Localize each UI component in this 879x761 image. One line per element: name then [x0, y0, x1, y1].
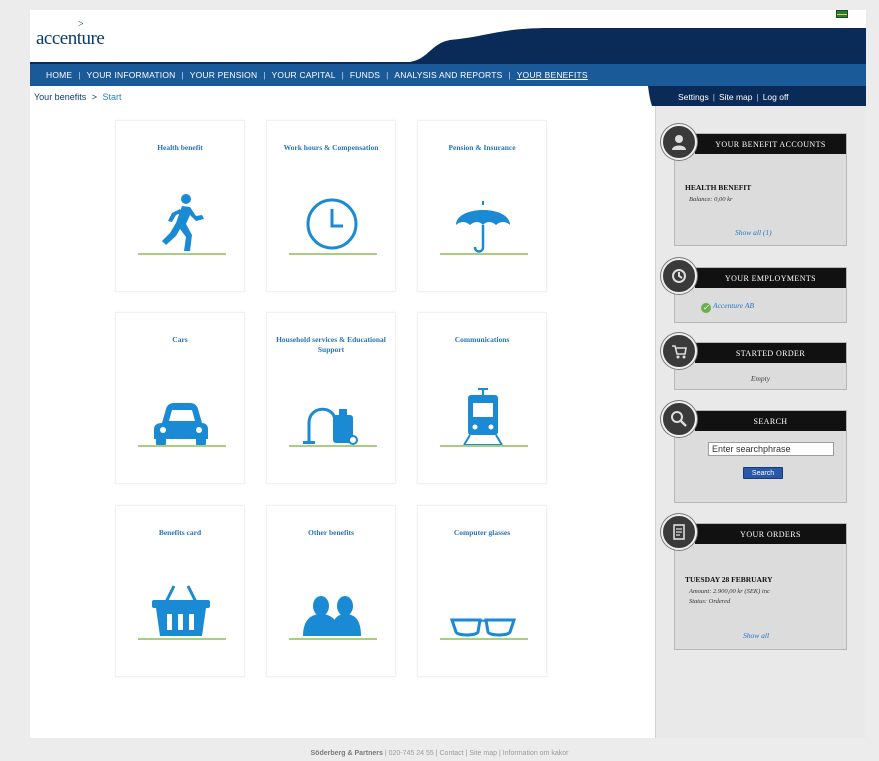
order-amount: Amount: 2.900,00 kr (SEK) inc — [689, 588, 770, 595]
benefit-tile-pension-insurance[interactable]: Pension & Insurance — [417, 120, 547, 292]
nav-your-pension[interactable]: YOUR PENSION — [190, 70, 258, 80]
nav-your-capital[interactable]: YOUR CAPITAL — [272, 70, 336, 80]
widget-orders: YOUR ORDERS TUESDAY 28 FEBRUARY Amount: … — [661, 514, 847, 650]
settings-link[interactable]: Settings — [678, 92, 709, 102]
benefit-tile-health[interactable]: Health benefit — [115, 120, 245, 292]
nav-separator: | — [263, 70, 266, 80]
nav-home[interactable]: HOME — [46, 70, 72, 80]
tile-divider — [138, 445, 226, 447]
widget-employments: YOUR EMPLOYMENTS ✓ Accenture AB — [661, 258, 847, 323]
logo-mark: > — [78, 19, 84, 30]
accenture-logo[interactable]: accenture > — [36, 19, 105, 50]
car-icon — [154, 403, 208, 445]
benefit-tile-work-hours[interactable]: Work hours & Compensation — [266, 120, 396, 292]
tile-divider — [289, 445, 377, 447]
breadcrumb-separator: > — [91, 92, 97, 102]
tile-title: Work hours & Compensation — [283, 143, 379, 152]
nav-separator: | — [78, 70, 81, 80]
started-order-status: Empty — [750, 374, 771, 383]
tile-title: Computer glasses — [453, 528, 511, 537]
footer-separator: | — [498, 750, 501, 757]
account-balance: Balance: 0,00 kr — [689, 196, 733, 203]
widget-search: SEARCH Enter searchphrase Search — [661, 401, 847, 503]
tile-divider — [289, 638, 377, 640]
nav-separator: | — [341, 70, 344, 80]
footer: Söderberg & Partners | 020-745 24 55 | C… — [0, 750, 879, 757]
nav-separator: | — [386, 70, 389, 80]
main-nav: HOME | YOUR INFORMATION | YOUR PENSION |… — [36, 66, 860, 84]
footer-separator: | — [465, 750, 468, 757]
footer-company: Söderberg & Partners — [310, 750, 383, 757]
employer-name: Accenture AB — [713, 301, 755, 310]
widget-started-order: STARTED ORDER Empty — [661, 333, 847, 390]
vacuum-cleaner-icon — [303, 407, 358, 445]
order-status: Status: Ordered — [689, 598, 731, 605]
footer-separator: | — [384, 750, 387, 757]
checkmark-icon: ✓ — [701, 303, 711, 313]
tile-divider — [440, 445, 528, 447]
breadcrumb-root[interactable]: Your benefits — [34, 92, 86, 102]
tile-title: Household services & Educational Support — [276, 335, 386, 354]
user-links-separator: | — [756, 92, 759, 102]
nav-analysis-and-reports[interactable]: ANALYSIS AND REPORTS — [394, 70, 502, 80]
user-links: Settings | Site map | Log off — [678, 92, 789, 102]
nav-your-information[interactable]: YOUR INFORMATION — [87, 70, 176, 80]
order-date: TUESDAY 28 FEBRUARY — [685, 575, 773, 584]
tile-title: Health benefit — [157, 143, 203, 152]
widget-title: STARTED ORDER — [695, 343, 846, 363]
footer-contact-link[interactable]: Contact — [440, 750, 464, 757]
runner-icon — [162, 194, 204, 251]
log-off-link[interactable]: Log off — [763, 92, 789, 102]
benefit-tile-computer-glasses[interactable]: Computer glasses — [417, 505, 547, 677]
show-all-orders-link[interactable]: Show all — [743, 631, 769, 640]
search-badge-icon — [661, 401, 697, 437]
train-icon — [463, 388, 503, 446]
show-all-accounts-link[interactable]: Show all (1) — [735, 228, 772, 237]
nav-funds[interactable]: FUNDS — [350, 70, 380, 80]
employer-link[interactable]: ✓ Accenture AB — [701, 301, 754, 313]
account-name: HEALTH BENEFIT — [685, 183, 752, 192]
widget-title: YOUR EMPLOYMENTS — [695, 268, 846, 288]
footer-separator: | — [435, 750, 438, 757]
search-input[interactable]: Enter searchphrase — [708, 442, 834, 456]
tile-title: Pension & Insurance — [448, 143, 516, 152]
glasses-icon — [449, 618, 517, 637]
benefit-tile-household[interactable]: Household services & Educational Support — [266, 312, 396, 484]
search-button[interactable]: Search — [743, 467, 783, 479]
tile-divider — [138, 253, 226, 255]
footer-cookies-link[interactable]: Information om kakor — [503, 750, 569, 757]
swedish-flag-icon[interactable] — [836, 10, 848, 18]
nav-separator: | — [181, 70, 184, 80]
nav-separator: | — [508, 70, 511, 80]
site-map-link[interactable]: Site map — [719, 92, 753, 102]
benefit-tile-communications[interactable]: Communications — [417, 312, 547, 484]
user-links-separator: | — [712, 92, 715, 102]
benefit-tile-benefits-card[interactable]: Benefits card — [115, 505, 245, 677]
nav-your-benefits[interactable]: YOUR BENEFITS — [517, 70, 588, 80]
benefit-tile-other-benefits[interactable]: Other benefits — [266, 505, 396, 677]
footer-phone: 020-745 24 55 — [388, 750, 434, 757]
widget-title: YOUR BENEFIT ACCOUNTS — [695, 134, 846, 154]
clock-icon — [306, 198, 358, 250]
widget-title: YOUR ORDERS — [695, 524, 846, 544]
breadcrumb-current: Start — [102, 92, 122, 102]
tile-divider — [440, 638, 528, 640]
umbrella-icon — [456, 201, 510, 253]
benefit-tile-cars[interactable]: Cars — [115, 312, 245, 484]
tile-title: Communications — [454, 335, 510, 344]
tile-title: Other benefits — [308, 528, 354, 537]
footer-site-map-link[interactable]: Site map — [469, 750, 497, 757]
widget-title: SEARCH — [695, 411, 846, 431]
header: accenture > — [30, 10, 866, 62]
widget-benefit-accounts: YOUR BENEFIT ACCOUNTS HEALTH BENEFIT Bal… — [661, 124, 847, 246]
tile-divider — [440, 253, 528, 255]
tile-divider — [289, 253, 377, 255]
people-icon — [303, 596, 361, 636]
tile-title: Benefits card — [158, 528, 202, 537]
basket-icon — [152, 585, 210, 636]
tile-divider — [138, 638, 226, 640]
tile-title: Cars — [172, 335, 188, 344]
breadcrumb: Your benefits > Start — [34, 92, 122, 102]
